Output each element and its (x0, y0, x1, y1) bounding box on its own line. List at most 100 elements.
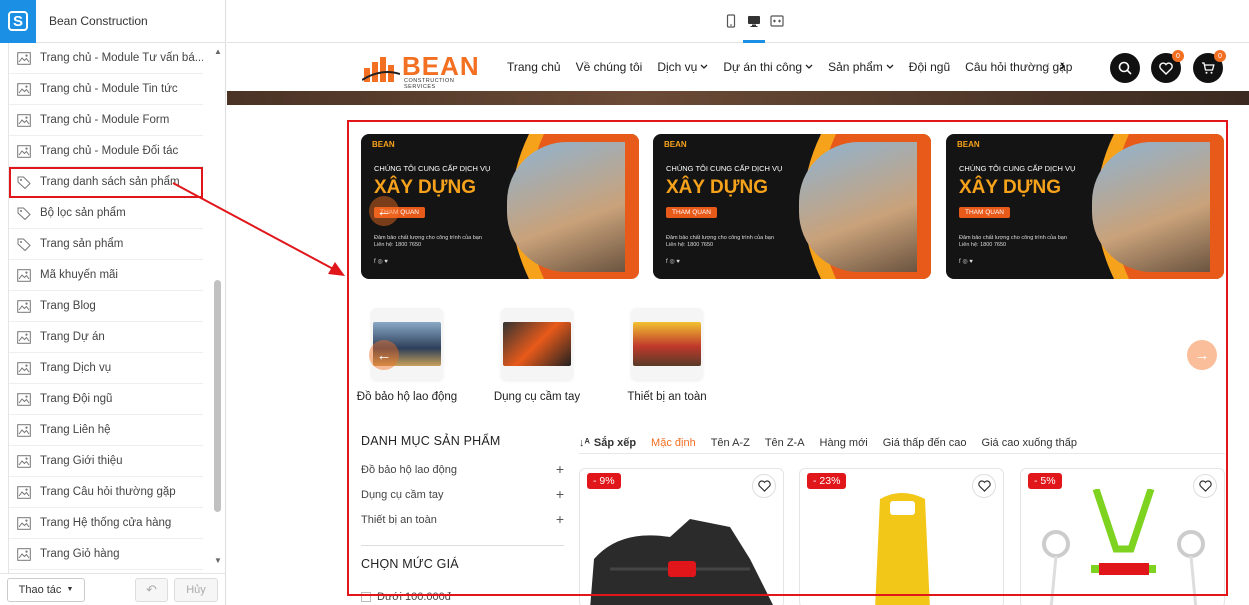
nav-item[interactable]: Dự án thi công (723, 60, 813, 74)
banner-prev-arrow[interactable]: ← (369, 196, 399, 226)
sidebar-item[interactable]: Trang Blog (9, 291, 203, 322)
image-icon (17, 485, 31, 499)
price-checkbox[interactable] (361, 592, 371, 602)
chevron-down-icon (886, 64, 894, 69)
image-icon (17, 361, 31, 375)
nav-item[interactable]: Đội ngũ (909, 60, 950, 74)
filter-category-item[interactable]: Thiết bị an toàn + (361, 512, 564, 526)
mobile-icon[interactable] (724, 14, 738, 28)
wishlist-button[interactable]: 0 (1151, 50, 1184, 83)
wishlist-toggle[interactable] (972, 474, 996, 498)
nav-prev-icon[interactable]: ‹ (1045, 57, 1050, 74)
sidebar-item[interactable]: Trang danh sách sản phẩm (9, 167, 203, 198)
brand-subtitle: CONSTRUCTION SERVICES (404, 78, 455, 90)
scroll-down-icon[interactable]: ▼ (214, 556, 222, 565)
discount-badge: - 9% (587, 473, 621, 489)
tag-icon (17, 207, 31, 220)
sidebar-item[interactable]: Trang Giới thiệu (9, 446, 203, 477)
undo-button[interactable]: ↶ (135, 577, 168, 602)
sidebar-item[interactable]: Bộ lọc sản phẩm (9, 198, 203, 229)
action-button-label: Thao tác (18, 583, 62, 596)
nav-item-label: Dịch vụ (657, 60, 698, 74)
nav-next-icon[interactable]: › (1060, 57, 1065, 74)
app-title: Bean Construction (49, 14, 148, 28)
filter-divider (361, 545, 564, 546)
sort-icon: ↓ᴬ (579, 436, 590, 449)
sidebar-item-label: Mã khuyến mãi (40, 269, 118, 281)
promo-banner[interactable]: BEAN CHÚNG TÔI CUNG CẤP DỊCH VỤ XÂY DỰNG TH… (946, 134, 1224, 279)
banner-cta[interactable]: THAM QUAN (666, 207, 717, 218)
cancel-button[interactable]: Hủy (174, 577, 218, 602)
category-next-arrow[interactable]: → (1187, 340, 1217, 370)
sidebar-item[interactable]: Trang chủ - Module Form (9, 105, 203, 136)
sort-option[interactable]: Mặc định (651, 437, 696, 449)
plus-icon[interactable]: + (556, 512, 564, 526)
plus-icon[interactable]: + (556, 462, 564, 476)
sidebar-item[interactable]: Trang Dịch vụ (9, 353, 203, 384)
sidebar-item[interactable]: Trang Liên hệ (9, 415, 203, 446)
sort-option[interactable]: Tên Z-A (765, 437, 805, 449)
banner-brand: BEAN (957, 140, 980, 149)
banner-social: f ◎ ♥ (959, 259, 973, 265)
filter-category-item[interactable]: Đồ bảo hộ lao động + (361, 462, 564, 476)
plus-icon[interactable]: + (556, 487, 564, 501)
sidebar-item-label: Trang danh sách sản phẩm (40, 176, 180, 188)
sidebar-item-label: Trang Câu hỏi thường gặp (40, 486, 176, 498)
sidebar-item-label: Trang Liên hệ (40, 424, 111, 436)
price-option[interactable]: Dưới 100.000đ (361, 591, 451, 603)
sidebar-item[interactable]: Trang Dự án (9, 322, 203, 353)
sidebar-header: S Bean Construction (0, 0, 225, 43)
sort-option[interactable]: Tên A-Z (711, 437, 750, 449)
filter-category-item[interactable]: Dụng cụ cầm tay + (361, 487, 564, 501)
boot-image (590, 519, 773, 605)
scroll-up-icon[interactable]: ▲ (214, 47, 222, 56)
cart-icon (1202, 62, 1215, 74)
site-logo[interactable]: BEAN CONSTRUCTION SERVICES (362, 51, 482, 90)
category-card[interactable]: Dụng cụ cầm tay (482, 308, 592, 403)
image-icon (17, 516, 31, 530)
action-button[interactable]: Thao tác ▼ (7, 577, 85, 602)
chevron-down-icon (700, 64, 708, 69)
wishlist-toggle[interactable] (752, 474, 776, 498)
sidebar-item[interactable]: Trang chủ - Module Đối tác (9, 136, 203, 167)
nav-item[interactable]: Trang chủ (507, 60, 561, 74)
app-logo[interactable]: S (0, 0, 36, 43)
wishlist-toggle[interactable] (1193, 474, 1217, 498)
sort-option[interactable]: Giá thấp đến cao (883, 437, 967, 449)
sidebar-item[interactable]: Trang Đội ngũ (9, 384, 203, 415)
nav-item[interactable]: Về chúng tôi (576, 60, 643, 74)
promo-banner[interactable]: BEAN CHÚNG TÔI CUNG CẤP DỊCH VỤ XÂY DỰNG TH… (653, 134, 931, 279)
product-card[interactable]: - 5% (1020, 468, 1225, 605)
promo-banner[interactable]: BEAN CHÚNG TÔI CUNG CẤP DỊCH VỤ XÂY DỰNG TH… (361, 134, 639, 279)
banner-headline: XÂY DỰNG (374, 177, 476, 198)
sidebar-item[interactable]: Trang chủ - Module Tin tức (9, 74, 203, 105)
sidebar-item[interactable]: Mã khuyến mãi (9, 260, 203, 291)
banner-social: f ◎ ♥ (666, 259, 680, 265)
desktop-icon[interactable] (747, 14, 761, 28)
filter-category-label: Dụng cụ cầm tay (361, 489, 444, 501)
sidebar-item[interactable]: Trang Giỏ hàng (9, 539, 203, 570)
search-button[interactable] (1110, 53, 1140, 83)
cart-button[interactable]: 0 (1193, 50, 1226, 83)
sidebar-item[interactable]: Trang sản phẩm (9, 229, 203, 260)
sidebar-item[interactable]: Trang chủ - Module Tư vấn bá... (9, 43, 203, 74)
product-card[interactable]: - 9% (579, 468, 784, 605)
sort-option[interactable]: Giá cao xuống thấp (982, 437, 1077, 449)
banner-cta[interactable]: THAM QUAN (959, 207, 1010, 218)
category-thumbnail (631, 308, 703, 380)
nav-item[interactable]: Dịch vụ (657, 60, 708, 74)
template-list: Trang chủ - Module Tư vấn bá... Trang chủ… (8, 43, 203, 573)
sidebar-scrollbar[interactable]: ▲ ▼ (211, 43, 224, 565)
image-icon (17, 547, 31, 561)
sidebar-item-label: Trang Dự án (40, 331, 105, 343)
scroll-thumb[interactable] (214, 280, 221, 512)
category-card[interactable]: Thiết bị an toàn (612, 308, 722, 403)
sidebar-item[interactable]: Trang Câu hỏi thường gặp (9, 477, 203, 508)
image-icon (17, 454, 31, 468)
product-card[interactable]: - 23% (799, 468, 1004, 605)
fullwidth-icon[interactable] (770, 14, 784, 28)
sort-option[interactable]: Hàng mới (820, 437, 868, 449)
category-prev-arrow[interactable]: ← (369, 340, 399, 370)
sidebar-item[interactable]: Trang Hệ thống cửa hàng (9, 508, 203, 539)
nav-item[interactable]: Sản phẩm (828, 60, 894, 74)
